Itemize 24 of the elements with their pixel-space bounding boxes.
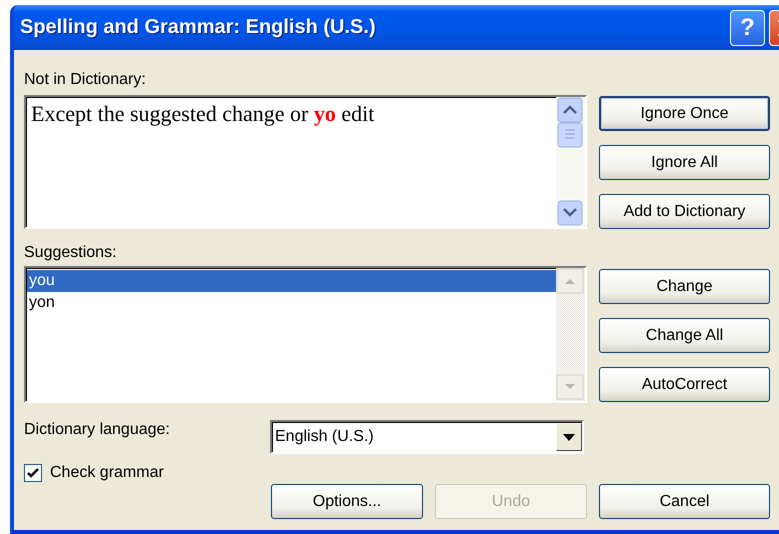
scrollbar[interactable] xyxy=(556,97,585,227)
suggestion-item[interactable]: yon xyxy=(27,292,556,314)
dialog-button[interactable]: Change All xyxy=(599,318,770,353)
sentence-text: Except the suggested change or yo edit xyxy=(30,100,376,128)
dialog-button[interactable]: Add to Dictionary xyxy=(599,194,770,229)
checkbox-label[interactable]: Check grammar xyxy=(50,464,164,482)
field-label: Dictionary language: xyxy=(24,420,171,440)
help-button[interactable]: ? xyxy=(730,10,765,46)
dialog-button[interactable]: Change xyxy=(599,269,770,304)
dialog-button[interactable]: AutoCorrect xyxy=(599,367,770,402)
checkbox[interactable] xyxy=(24,464,42,482)
dialog-button[interactable]: Options... xyxy=(271,484,423,519)
dialog-button[interactable]: Ignore Once xyxy=(599,96,770,131)
suggestion-item[interactable]: you xyxy=(27,270,556,292)
caret-icon xyxy=(563,434,575,440)
suggestions-list[interactable]: you yon xyxy=(24,266,587,403)
field-label: Not in Dictionary: xyxy=(24,70,146,90)
dialog-button[interactable]: Ignore All xyxy=(599,145,770,180)
language-dropdown[interactable]: English (U.S.) xyxy=(270,420,584,454)
window-title: Spelling and Grammar: English (U.S.) xyxy=(20,16,377,39)
dialog-button[interactable]: Cancel xyxy=(599,484,770,519)
scrollbar[interactable] xyxy=(556,268,585,401)
field-label: Suggestions: xyxy=(24,243,117,263)
text-box[interactable]: Except the suggested change or yo edit xyxy=(24,95,587,229)
